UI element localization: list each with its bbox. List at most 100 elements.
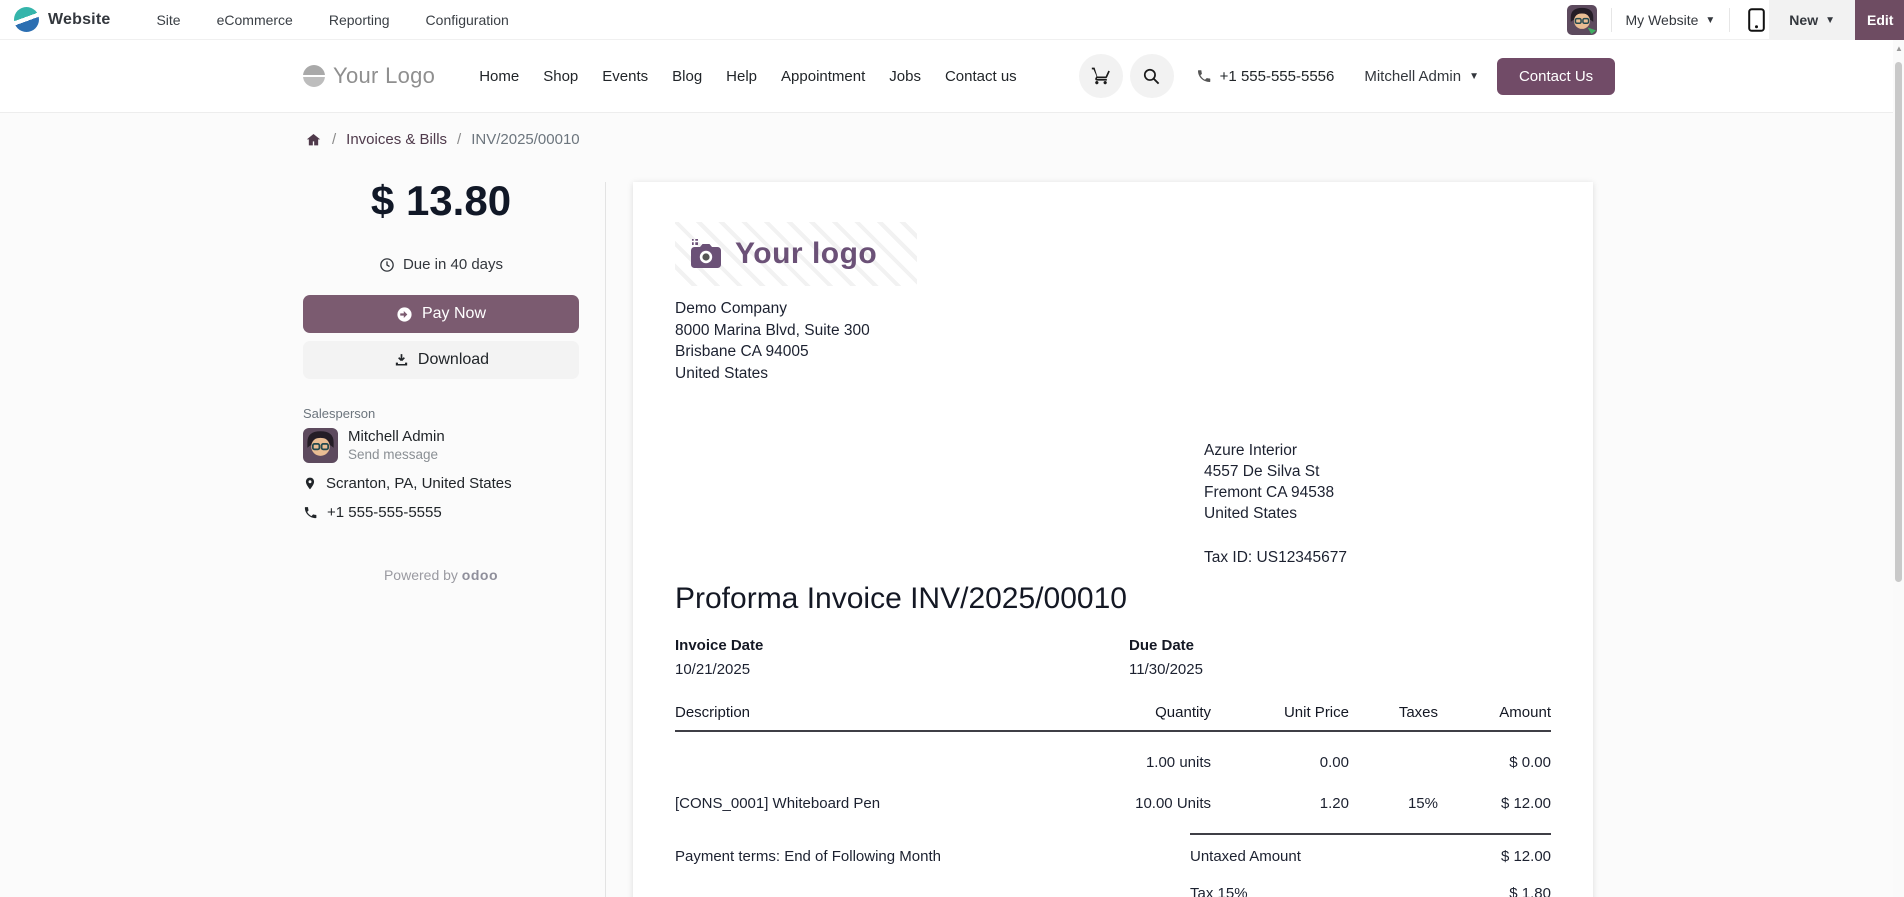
- logo-placeholder-text: Your logo: [735, 237, 878, 270]
- customer-name: Azure Interior: [1204, 442, 1298, 459]
- nav-blog[interactable]: Blog: [672, 68, 702, 85]
- breadcrumb-invoices-link[interactable]: Invoices & Bills: [346, 131, 447, 148]
- menu-reporting[interactable]: Reporting: [329, 12, 390, 28]
- download-button[interactable]: Download: [303, 341, 579, 379]
- due-date-label: Due Date: [1129, 637, 1195, 654]
- website-app-brand[interactable]: Website: [0, 7, 110, 32]
- topbar-menus: Site eCommerce Reporting Configuration: [156, 12, 508, 28]
- table-header-row: Description Quantity Unit Price Taxes Am…: [675, 704, 1551, 732]
- total-label: Tax 15%: [1190, 885, 1248, 897]
- company-name: Demo Company: [675, 300, 787, 317]
- arrow-circle-right-icon: [397, 306, 412, 322]
- sidebar-divider: [605, 182, 606, 897]
- new-label: New: [1789, 12, 1819, 28]
- user-menu-label: Mitchell Admin: [1364, 67, 1462, 85]
- pay-now-button[interactable]: Pay Now: [303, 295, 579, 333]
- company-address-line: United States: [675, 364, 769, 382]
- site-logo-text: Your Logo: [333, 63, 436, 88]
- breadcrumb-current: INV/2025/00010: [471, 131, 580, 148]
- untaxed-amount-row: Untaxed Amount $ 12.00: [1190, 835, 1551, 875]
- camera-plus-icon: [691, 239, 721, 268]
- cart-button[interactable]: [1078, 54, 1123, 98]
- cell-amount: $ 12.00: [1500, 795, 1551, 812]
- cell-unit-price: 0.00: [1319, 754, 1349, 771]
- edit-label: Edit: [1867, 12, 1894, 28]
- salesperson-label: Salesperson: [303, 406, 376, 421]
- invoice-date-value: 10/21/2025: [675, 661, 751, 678]
- pay-now-label: Pay Now: [421, 305, 487, 322]
- breadcrumb-separator: /: [457, 131, 462, 148]
- invoice-date-label: Invoice Date: [675, 637, 764, 654]
- vertical-scrollbar[interactable]: ▲: [1893, 40, 1904, 897]
- salesperson-avatar: [303, 428, 338, 463]
- table-row: [CONS_0001] Whiteboard Pen 10.00 Units 1…: [675, 780, 1551, 826]
- location-pin-icon: [305, 477, 315, 490]
- cell-quantity: 10.00 Units: [1135, 795, 1211, 812]
- page: Website Site eCommerce Reporting Configu…: [0, 0, 1904, 897]
- website-header: Your Logo Home Shop Events Blog Help App…: [0, 40, 1904, 113]
- new-button[interactable]: New ▼: [1769, 0, 1855, 40]
- due-note-row: Due in 40 days: [303, 256, 579, 273]
- company-logo-placeholder[interactable]: Your logo: [675, 222, 917, 286]
- cell-quantity: 1.00 units: [1145, 754, 1211, 771]
- company-address-line: 8000 Marina Blvd, Suite 300: [675, 321, 870, 339]
- due-date-value: 11/30/2025: [1129, 661, 1203, 678]
- user-menu[interactable]: Mitchell Admin ▼: [1364, 68, 1479, 85]
- header-phone-number: +1 555-555-5556: [1219, 67, 1335, 85]
- nav-events[interactable]: Events: [602, 68, 648, 85]
- contact-us-button[interactable]: Contact Us: [1496, 57, 1616, 95]
- nav-appointment[interactable]: Appointment: [781, 68, 865, 85]
- salesperson-phone[interactable]: +1 555-555-5555: [327, 504, 442, 521]
- divider: [1610, 8, 1612, 32]
- col-unit-price: Unit Price: [1211, 704, 1349, 732]
- header-phone-link[interactable]: +1 555-555-5556: [1196, 67, 1335, 85]
- menu-site[interactable]: Site: [156, 12, 180, 28]
- my-website-switcher[interactable]: My Website ▼: [1626, 12, 1716, 28]
- location-row: Scranton, PA, United States: [303, 475, 579, 492]
- scrollbar-thumb[interactable]: [1895, 62, 1902, 582]
- customer-address: Azure Interior 4557 De Silva St Fremont …: [1204, 440, 1347, 568]
- caret-down-icon: ▼: [1469, 70, 1479, 82]
- cell-taxes: 15%: [1407, 795, 1438, 812]
- user-avatar[interactable]: [1566, 5, 1597, 35]
- due-note: Due in 40 days: [402, 256, 504, 273]
- tax-row: Tax 15% $ 1.80: [1190, 875, 1551, 897]
- site-nav: Home Shop Events Blog Help Appointment J…: [479, 68, 1016, 85]
- payment-terms: Payment terms: End of Following Month: [675, 848, 941, 865]
- total-value: $ 12.00: [1500, 848, 1551, 865]
- nav-help[interactable]: Help: [726, 68, 757, 85]
- breadcrumb: / Invoices & Bills / INV/2025/00010: [305, 131, 580, 148]
- mobile-preview-icon[interactable]: [1748, 8, 1766, 32]
- nav-shop[interactable]: Shop: [543, 68, 578, 85]
- nav-home[interactable]: Home: [479, 68, 519, 85]
- col-taxes: Taxes: [1349, 704, 1438, 732]
- my-website-label: My Website: [1625, 12, 1699, 28]
- site-logo[interactable]: Your Logo: [303, 63, 435, 89]
- app-name: Website: [48, 10, 111, 28]
- invoice-document: Your logo Demo Company 8000 Marina Blvd,…: [633, 182, 1593, 897]
- customer-tax-id: Tax ID: US12345677: [1204, 549, 1348, 566]
- menu-configuration[interactable]: Configuration: [426, 12, 509, 28]
- nav-jobs[interactable]: Jobs: [889, 68, 921, 85]
- caret-down-icon: ▼: [1705, 14, 1716, 26]
- divider: [1729, 8, 1731, 32]
- caret-down-icon: ▼: [1825, 14, 1835, 26]
- search-button[interactable]: [1129, 54, 1174, 98]
- edit-button[interactable]: Edit: [1855, 0, 1904, 40]
- cell-taxes: [1349, 731, 1438, 780]
- cell-amount: $ 0.00: [1509, 754, 1551, 771]
- menu-ecommerce[interactable]: eCommerce: [217, 12, 293, 28]
- send-message-link[interactable]: Send message: [348, 447, 445, 462]
- nav-contact-us[interactable]: Contact us: [945, 68, 1017, 85]
- salesperson-row: Mitchell Admin Send message: [303, 428, 579, 463]
- scroll-up-arrow-icon[interactable]: ▲: [1895, 44, 1903, 53]
- cart-icon: [1091, 67, 1110, 85]
- company-address: Demo Company 8000 Marina Blvd, Suite 300…: [675, 298, 870, 384]
- totals-box: Untaxed Amount $ 12.00 Tax 15% $ 1.80: [1190, 833, 1551, 897]
- phone-icon: [1197, 70, 1210, 82]
- total-label: Untaxed Amount: [1190, 848, 1301, 865]
- home-icon[interactable]: [305, 132, 322, 148]
- odoo-logo[interactable]: odoo: [462, 567, 498, 583]
- total-value: $ 1.80: [1509, 885, 1551, 897]
- download-label: Download: [417, 351, 490, 368]
